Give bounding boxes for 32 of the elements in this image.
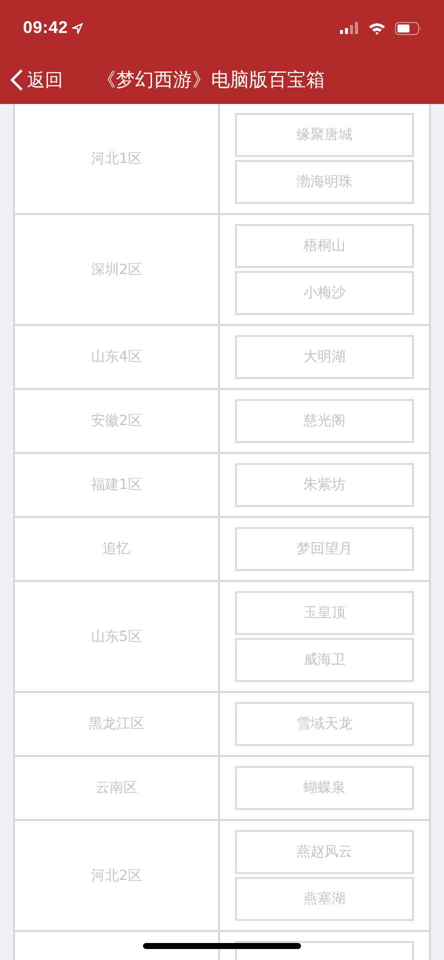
wifi-icon <box>368 22 386 34</box>
server-button[interactable]: 玉皇顶 <box>235 591 414 635</box>
server-button[interactable]: 蝴蝶泉 <box>235 766 414 810</box>
server-button[interactable]: 雪域天龙 <box>235 702 414 746</box>
region-cell: 河北2区 <box>15 821 220 930</box>
region-cell: 山东5区 <box>15 582 220 691</box>
region-cell: 深圳2区 <box>15 215 220 324</box>
server-button[interactable]: 朱紫坊 <box>235 463 414 507</box>
region-cell: 福建1区 <box>15 454 220 516</box>
chevron-left-icon <box>10 69 23 91</box>
server-button[interactable]: 渤海明珠 <box>235 160 414 204</box>
region-cell: 追忆 <box>15 518 220 580</box>
back-button[interactable]: 返回 <box>10 68 63 92</box>
region-cell: 云南区 <box>15 757 220 819</box>
region-cell: 安徽2区 <box>15 390 220 452</box>
signal-icon <box>340 22 360 34</box>
server-button[interactable]: 燕塞湖 <box>235 877 414 921</box>
server-button[interactable]: 小梅沙 <box>235 271 414 315</box>
server-button[interactable]: 燕赵风云 <box>235 830 414 874</box>
region-cell: 河北1区 <box>15 104 220 213</box>
battery-icon <box>395 22 422 34</box>
server-button[interactable]: 威海卫 <box>235 638 414 682</box>
server-button[interactable]: 缘聚唐城 <box>235 113 414 157</box>
server-button[interactable]: 梧桐山 <box>235 224 414 268</box>
server-button[interactable]: 慈光阁 <box>235 399 414 443</box>
server-button[interactable]: 梦回望月 <box>235 527 414 571</box>
status-time: 09:42 <box>23 18 68 38</box>
location-arrow-icon <box>72 22 83 34</box>
region-cell: 黑龙江区 <box>15 693 220 755</box>
page-title: 《梦幻西游》电脑版百宝箱 <box>97 68 325 93</box>
region-cell: 山东4区 <box>15 326 220 388</box>
server-button[interactable]: 大明湖 <box>235 335 414 379</box>
